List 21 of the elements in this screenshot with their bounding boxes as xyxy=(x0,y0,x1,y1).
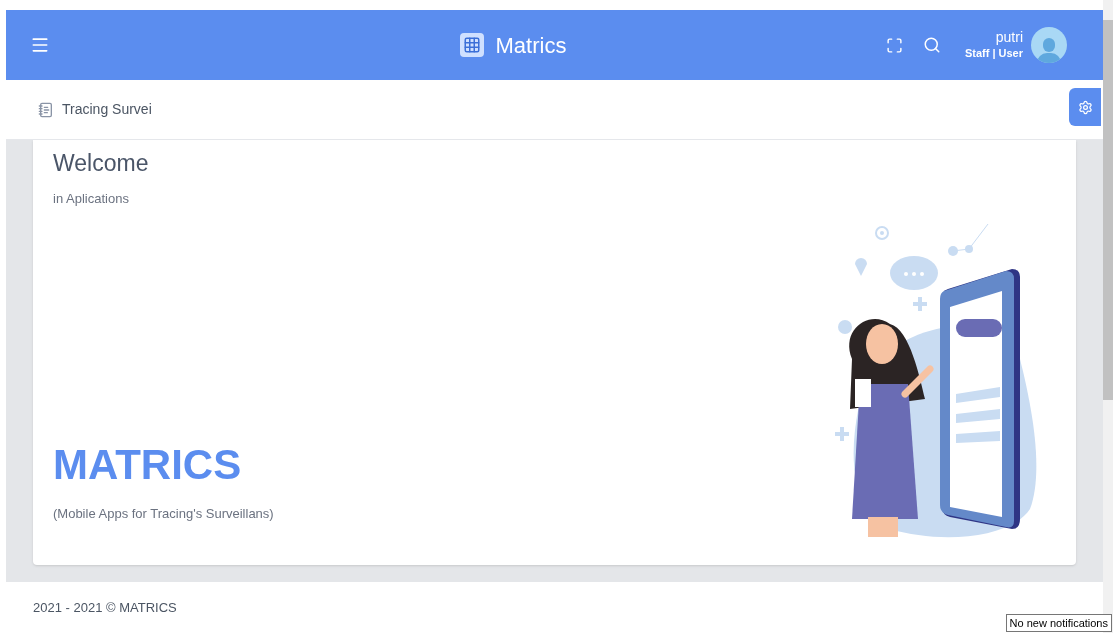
menu-button[interactable] xyxy=(30,35,50,55)
tagline: (Mobile Apps for Tracing's Surveillans) xyxy=(53,504,275,523)
welcome-subheading: in Aplications xyxy=(53,189,130,208)
brand-name: MATRICS xyxy=(53,439,243,490)
avatar[interactable] xyxy=(1031,27,1067,63)
settings-button[interactable] xyxy=(1069,88,1101,126)
app-title: Matrics xyxy=(495,31,567,60)
notification-tooltip: No new notifications xyxy=(1005,613,1112,632)
user-name: putri xyxy=(995,29,1023,47)
welcome-heading: Welcome xyxy=(53,149,150,178)
search-icon xyxy=(922,36,941,54)
settings-icon xyxy=(1077,99,1093,115)
footer-copyright: 2021 - 2021 © MATRICS xyxy=(33,598,177,617)
app-logo-icon xyxy=(459,33,484,57)
notebook-icon xyxy=(38,101,54,118)
search-button[interactable] xyxy=(922,36,941,54)
menu-icon xyxy=(30,35,50,55)
breadcrumb-label[interactable]: Tracing Survei xyxy=(62,99,152,120)
fullscreen-icon xyxy=(885,36,903,54)
user-role: Staff | User xyxy=(964,46,1023,61)
fullscreen-button[interactable] xyxy=(885,36,903,54)
